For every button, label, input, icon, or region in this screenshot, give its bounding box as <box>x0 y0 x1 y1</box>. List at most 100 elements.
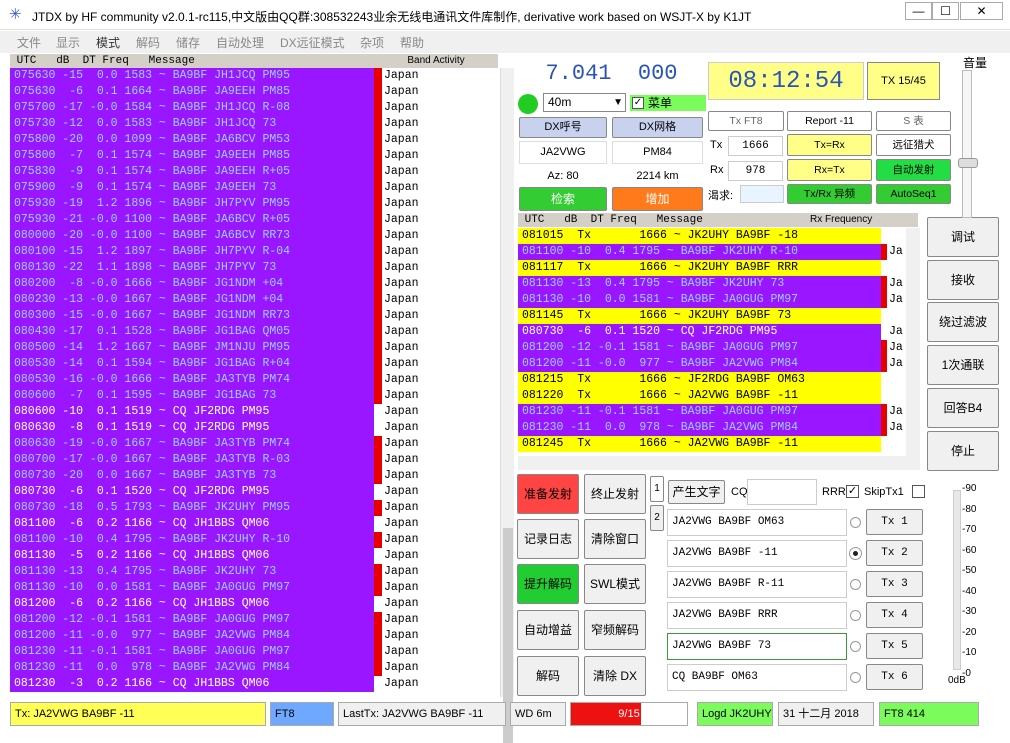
band-activity-row[interactable]: 081130 -13 0.4 1795 ~ BA9BF JK2UHY 73 Jap… <box>10 564 500 580</box>
band-activity-list[interactable]: 075630 -15 0.0 1583 ~ BA9BF JH1JCQ PM95 J… <box>10 68 500 697</box>
clear-dx-button[interactable]: 清除 DX <box>584 656 646 696</box>
band-activity-row[interactable]: 080300 -15 -0.0 1667 ~ BA9BF JG1NDM RR73… <box>10 308 500 324</box>
rx-row[interactable]: 081220 Tx 1666 ~ JA2VWG BA9BF -11 <box>518 388 906 404</box>
tx-4-button[interactable]: Tx 4 <box>866 602 923 628</box>
band-activity-row[interactable]: 081100 -6 0.2 1166 ~ CQ JH1BBS QM06 Japan <box>10 516 500 532</box>
dx-call-label[interactable]: DX呼号 <box>519 117 607 138</box>
band-activity-row[interactable]: 075700 -17 -0.0 1584 ~ BA9BF JH1JCQ R-08… <box>10 100 500 116</box>
dx-grid-label[interactable]: DX网格 <box>612 117 703 138</box>
report-spinbox[interactable]: Report -11 <box>787 111 872 131</box>
menu-auto[interactable]: 自动处理 <box>216 34 264 51</box>
tx-message-4-input[interactable]: JA2VWG BA9BF RRR <box>667 602 847 629</box>
tx-message-4-radio[interactable] <box>850 610 861 621</box>
side-button-3[interactable]: 绕过滤波 <box>927 302 999 342</box>
band-activity-row[interactable]: 080730 -20 0.0 1667 ~ BA9BF JA3TYB 73 Jap… <box>10 468 500 484</box>
log-qso-button[interactable]: 记录日志 <box>517 519 579 559</box>
tx-message-6-radio[interactable] <box>850 672 861 683</box>
rx-row[interactable]: 081130 -10 0.0 1581 ~ BA9BF JA0GUG PM97 J… <box>518 292 906 308</box>
band-activity-row[interactable]: 080700 -17 -0.0 1667 ~ BA9BF JA3TYB R-03… <box>10 452 500 468</box>
rx-row[interactable]: 080730 -6 0.1 1520 ~ CQ JF2RDG PM95 Ja <box>518 324 906 340</box>
band-activity-row[interactable]: 080530 -14 0.1 1594 ~ BA9BF JG1BAG R+04 J… <box>10 356 500 372</box>
skiptx1-checkbox[interactable] <box>912 485 925 498</box>
band-activity-row[interactable]: 081230 -11 0.0 978 ~ BA9BF JA2VWG PM84 Ja… <box>10 660 500 676</box>
band-activity-row[interactable]: 075730 -12 0.0 1583 ~ BA9BF JH1JCQ 73 Jap… <box>10 116 500 132</box>
band-activity-row[interactable]: 080730 -6 0.1 1520 ~ CQ JF2RDG PM95 Japan <box>10 484 500 500</box>
tx-message-3-radio[interactable] <box>850 579 861 590</box>
tx-freq-input[interactable]: 1666 <box>728 136 783 156</box>
rx-row[interactable]: 081200 -12 -0.1 1581 ~ BA9BF JA0GUG PM97… <box>518 340 906 356</box>
tx-mode-select[interactable]: Tx FT8 <box>708 111 784 131</box>
band-activity-row[interactable]: 080730 -18 0.5 1793 ~ BA9BF JK2UHY PM95 J… <box>10 500 500 516</box>
side-button-5[interactable]: 回答B4 <box>927 388 999 428</box>
rx-row[interactable]: 081215 Tx 1666 ~ JF2RDG BA9BF OM63 <box>518 372 906 388</box>
band-activity-row[interactable]: 080100 -15 1.2 1897 ~ BA9BF JH7PYV R-04 J… <box>10 244 500 260</box>
menu-mode[interactable]: 模式 <box>96 34 120 51</box>
band-select[interactable]: 40m ▼ <box>543 93 626 112</box>
band-activity-row[interactable]: 075900 -9 0.1 1574 ~ BA9BF JA9EEH 73 Japa… <box>10 180 500 196</box>
band-activity-row[interactable]: 081200 -6 0.2 1166 ~ CQ JH1BBS QM06 Japan <box>10 596 500 612</box>
band-activity-row[interactable]: 080430 -17 0.1 1528 ~ BA9BF JG1BAG QM05 J… <box>10 324 500 340</box>
menu-toggle[interactable]: ✓ 菜单 <box>630 95 706 111</box>
rx-eq-tx-button[interactable]: Rx=Tx <box>787 159 872 181</box>
menu-view[interactable]: 显示 <box>56 34 80 51</box>
rx-row[interactable]: 081200 -11 -0.0 977 ~ BA9BF JA2VWG PM84 J… <box>518 356 906 372</box>
band-activity-row[interactable]: 080000 -20 -0.0 1100 ~ BA9BF JA6BCV RR73… <box>10 228 500 244</box>
generate-messages-button[interactable]: 产生文字 <box>668 480 725 504</box>
band-activity-row[interactable]: 075800 -20 0.0 1099 ~ BA9BF JA6BCV PM53 J… <box>10 132 500 148</box>
band-activity-scrollbar[interactable] <box>500 68 514 743</box>
dx-call-input[interactable]: JA2VWG <box>519 141 607 164</box>
tx-5-button[interactable]: Tx 5 <box>866 633 923 659</box>
band-activity-row[interactable]: 075930 -21 -0.0 1100 ~ BA9BF JA6BCV R+05… <box>10 212 500 228</box>
rx-scrollbar[interactable] <box>906 228 920 456</box>
tx-message-3-input[interactable]: JA2VWG BA9BF R-11 <box>667 571 847 598</box>
volume-slider-handle[interactable] <box>958 158 978 168</box>
add-button[interactable]: 增加 <box>612 187 703 211</box>
band-activity-row[interactable]: 080600 -7 0.1 1595 ~ BA9BF JG1BAG 73 Japa… <box>10 388 500 404</box>
band-activity-row[interactable]: 080200 -8 -0.0 1666 ~ BA9BF JG1NDM +04 Ja… <box>10 276 500 292</box>
boost-decode-button[interactable]: 提升解码 <box>517 564 579 604</box>
band-activity-row[interactable]: 080630 -8 0.1 1519 ~ CQ JF2RDG PM95 Japan <box>10 420 500 436</box>
rx-row[interactable]: 081245 Tx 1666 ~ JA2VWG BA9BF -11 <box>518 436 906 452</box>
rx-hscrollbar[interactable] <box>518 456 920 470</box>
maximize-button[interactable]: ☐ <box>932 2 959 20</box>
s-meter-button[interactable]: S 表 <box>876 111 951 131</box>
band-activity-row[interactable]: 080630 -19 -0.0 1667 ~ BA9BF JA3TYB PM74… <box>10 436 500 452</box>
band-activity-row[interactable]: 081200 -12 -0.1 1581 ~ BA9BF JA0GUG PM97… <box>10 612 500 628</box>
band-activity-row[interactable]: 075630 -6 0.1 1664 ~ BA9BF JA9EEH PM85 Ja… <box>10 84 500 100</box>
menu-checkbox[interactable]: ✓ <box>632 97 644 109</box>
tx-2-button[interactable]: Tx 2 <box>866 540 923 566</box>
menu-file[interactable]: 文件 <box>17 34 41 51</box>
split-button[interactable]: Tx/Rx 异频 <box>787 184 872 204</box>
menu-dxped[interactable]: DX远征模式 <box>280 34 345 51</box>
auto-tx-button[interactable]: 自动发射 <box>876 159 951 181</box>
menu-misc[interactable]: 杂项 <box>360 34 384 51</box>
rx-row[interactable]: 081015 Tx 1666 ~ JK2UHY BA9BF -18 <box>518 228 906 244</box>
tx-message-1-input[interactable]: JA2VWG BA9BF OM63 <box>667 509 847 536</box>
tx-message-6-input[interactable]: CQ BA9BF OM63 <box>667 664 847 691</box>
rx-row[interactable]: 081100 -10 0.4 1795 ~ BA9BF JK2UHY R-10 J… <box>518 244 906 260</box>
band-activity-row[interactable]: 081200 -11 -0.0 977 ~ BA9BF JA2VWG PM84 J… <box>10 628 500 644</box>
rx-row[interactable]: 081117 Tx 1666 ~ JK2UHY BA9BF RRR <box>518 260 906 276</box>
halt-tx-button[interactable]: 终止发射 <box>584 474 646 514</box>
band-activity-row[interactable]: 080500 -14 1.2 1667 ~ BA9BF JM1NJU PM95 J… <box>10 340 500 356</box>
menu-help[interactable]: 帮助 <box>400 34 424 51</box>
tx-1-button[interactable]: Tx 1 <box>866 509 923 535</box>
band-activity-row[interactable]: 081230 -11 -0.1 1581 ~ BA9BF JA0GUG PM97… <box>10 644 500 660</box>
dx-grid-input[interactable]: PM84 <box>612 141 703 164</box>
band-activity-row[interactable]: 081130 -5 0.2 1166 ~ CQ JH1BBS QM06 Japan <box>10 548 500 564</box>
band-activity-row[interactable]: 080600 -10 0.1 1519 ~ CQ JF2RDG PM95 Japa… <box>10 404 500 420</box>
band-activity-row[interactable]: 080130 -22 1.1 1898 ~ BA9BF JH7PYV 73 Jap… <box>10 260 500 276</box>
close-button[interactable]: ✕ <box>960 2 1003 20</box>
band-activity-row[interactable]: 075830 -9 0.1 1574 ~ BA9BF JA9EEH R+05 Ja… <box>10 164 500 180</box>
band-activity-row[interactable]: 080530 -16 -0.0 1666 ~ BA9BF JA3TYB PM74… <box>10 372 500 388</box>
lookup-button[interactable]: 检索 <box>519 187 607 211</box>
decode-button[interactable]: 解码 <box>517 656 579 696</box>
band-activity-row[interactable]: 081130 -10 0.0 1581 ~ BA9BF JA0GUG PM97 J… <box>10 580 500 596</box>
tx-message-5-radio[interactable] <box>850 641 861 652</box>
tx-message-1-radio[interactable] <box>850 517 861 528</box>
narrow-decode-button[interactable]: 窄频解码 <box>584 610 646 650</box>
side-button-4[interactable]: 1次通联 <box>927 345 999 385</box>
rx-row[interactable]: 081230 -11 0.0 978 ~ BA9BF JA2VWG PM84 Ja <box>518 420 906 436</box>
auto-gain-button[interactable]: 自动增益 <box>517 610 579 650</box>
band-activity-row[interactable]: 080230 -13 -0.0 1667 ~ BA9BF JG1NDM +04 J… <box>10 292 500 308</box>
